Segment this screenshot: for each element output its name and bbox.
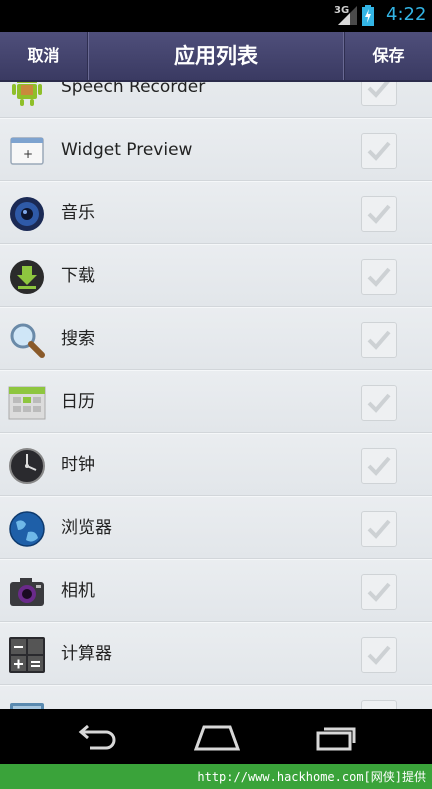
app-row[interactable]: Speech Recorder xyxy=(0,82,432,118)
app-row[interactable]: 浏览器 xyxy=(0,496,432,559)
app-checkbox[interactable] xyxy=(361,448,397,484)
app-checkbox[interactable] xyxy=(361,322,397,358)
checkmark-icon xyxy=(367,330,391,350)
app-checkbox[interactable] xyxy=(361,511,397,547)
checkmark-icon xyxy=(367,141,391,161)
home-icon[interactable] xyxy=(194,723,240,751)
app-row[interactable]: 时钟 xyxy=(0,433,432,496)
navigation-bar xyxy=(0,709,432,764)
battery-charging-icon xyxy=(362,5,374,26)
cancel-button[interactable]: 取消 xyxy=(0,32,88,80)
app-label: Widget Preview xyxy=(61,140,193,160)
status-bar: 3G 4:22 xyxy=(0,0,432,32)
svg-text:+: + xyxy=(23,147,33,161)
footer-banner: http://www.hackhome.com[网侠]提供 xyxy=(0,764,432,789)
magnifier-icon xyxy=(10,323,45,358)
app-row[interactable]: 计算器 xyxy=(0,622,432,685)
app-checkbox[interactable] xyxy=(361,574,397,610)
checkmark-icon xyxy=(367,267,391,287)
app-list[interactable]: Speech Recorder + Widget Preview 音乐 下载 搜… xyxy=(0,82,432,709)
widget-preview-icon: + xyxy=(10,137,44,165)
app-label: 日历 xyxy=(61,392,95,412)
app-row[interactable]: 下载 xyxy=(0,244,432,307)
app-row[interactable] xyxy=(0,685,432,709)
app-label: 计算器 xyxy=(61,644,112,664)
action-bar: 取消 应用列表 保存 xyxy=(0,32,432,82)
app-checkbox[interactable] xyxy=(361,133,397,169)
music-speaker-icon xyxy=(10,197,44,231)
back-icon[interactable] xyxy=(76,723,118,751)
app-label: 相机 xyxy=(61,581,95,601)
app-label: 时钟 xyxy=(61,455,95,475)
app-row[interactable]: + Widget Preview xyxy=(0,118,432,181)
checkmark-icon xyxy=(367,456,391,476)
app-checkbox[interactable] xyxy=(361,637,397,673)
app-label: 搜索 xyxy=(61,329,95,349)
app-label: 浏览器 xyxy=(61,518,112,538)
app-row[interactable]: 日历 xyxy=(0,370,432,433)
page-title: 应用列表 xyxy=(174,44,258,68)
app-label: Speech Recorder xyxy=(61,82,206,97)
app-row[interactable]: 搜索 xyxy=(0,307,432,370)
app-row[interactable]: 音乐 xyxy=(0,181,432,244)
signal-icon xyxy=(338,6,357,25)
checkmark-icon xyxy=(367,645,391,665)
footer-credit: http://www.hackhome.com[网侠]提供 xyxy=(197,770,426,784)
status-time: 4:22 xyxy=(386,4,427,25)
download-icon xyxy=(10,260,44,294)
app-checkbox[interactable] xyxy=(361,82,397,106)
app-checkbox[interactable] xyxy=(361,196,397,232)
globe-icon xyxy=(9,511,45,547)
checkmark-icon xyxy=(367,582,391,602)
recent-apps-icon[interactable] xyxy=(316,723,358,751)
checkmark-icon xyxy=(367,393,391,413)
camera-icon xyxy=(10,578,44,606)
app-checkbox[interactable] xyxy=(361,385,397,421)
app-checkbox[interactable] xyxy=(361,259,397,295)
app-label: 下载 xyxy=(61,266,95,286)
checkmark-icon xyxy=(367,204,391,224)
calculator-icon xyxy=(9,637,45,673)
app-row[interactable]: 相机 xyxy=(0,559,432,622)
gallery-icon xyxy=(10,703,44,709)
clock-icon xyxy=(9,448,45,484)
app-checkbox[interactable] xyxy=(361,700,397,709)
save-button[interactable]: 保存 xyxy=(344,32,432,80)
app-label: 音乐 xyxy=(61,203,95,223)
calendar-icon xyxy=(8,386,46,420)
checkmark-icon xyxy=(367,519,391,539)
checkmark-icon xyxy=(367,82,390,98)
android-robot-icon xyxy=(12,82,42,106)
